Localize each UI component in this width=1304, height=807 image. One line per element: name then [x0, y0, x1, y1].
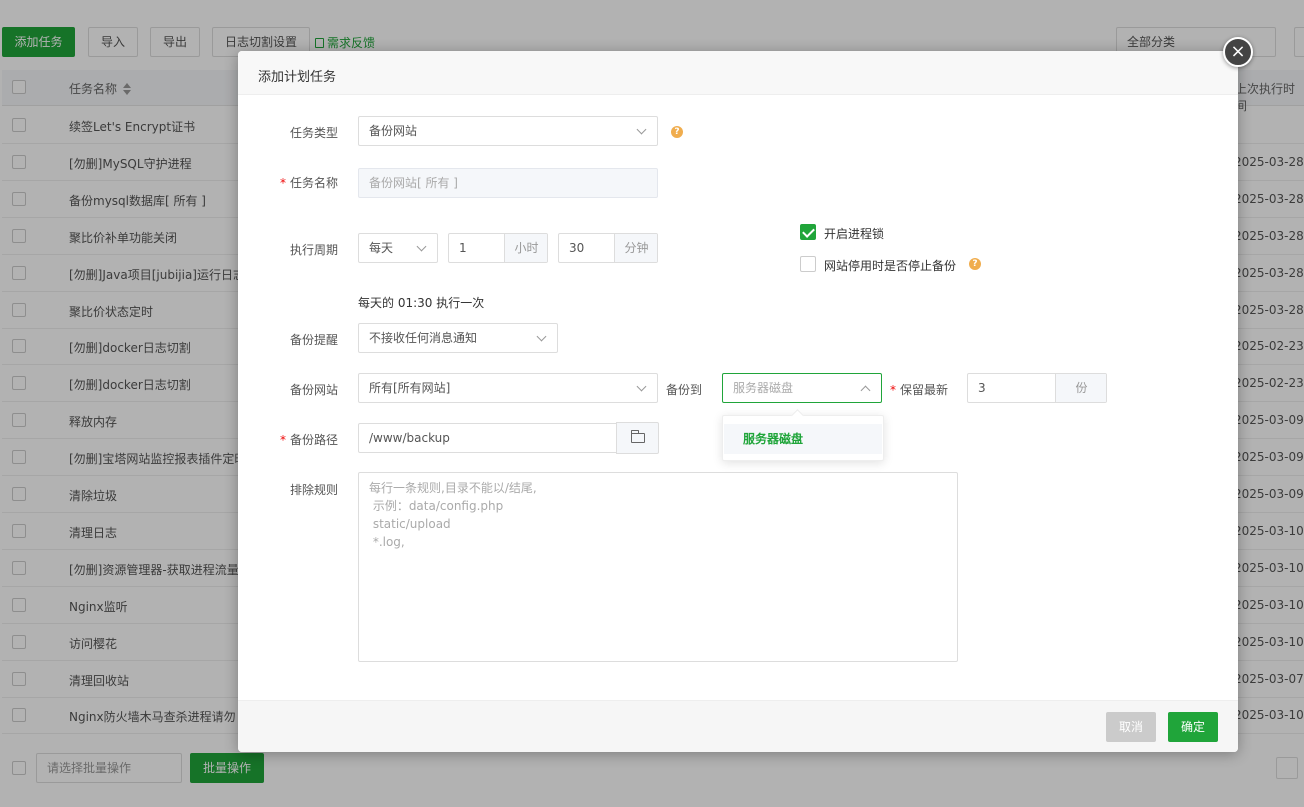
- keep-latest-input[interactable]: 3 份: [967, 373, 1107, 403]
- backup-site-select[interactable]: 所有[所有网站]: [358, 373, 658, 403]
- keep-latest-value: 3: [978, 381, 986, 395]
- keep-latest-label: * 保留最新: [890, 383, 949, 397]
- hour-input[interactable]: 1 小时: [448, 233, 548, 263]
- cycle-hint: 每天的 01:30 执行一次: [358, 296, 485, 310]
- minute-unit: 分钟: [614, 234, 657, 262]
- chevron-down-icon: [636, 381, 647, 392]
- dropdown-option-server-disk[interactable]: 服务器磁盘: [724, 424, 882, 454]
- cycle-select[interactable]: 每天: [358, 233, 438, 263]
- backup-path-label: * 备份路径: [279, 433, 338, 447]
- keep-latest-unit: 份: [1055, 374, 1106, 402]
- process-lock-label: 开启进程锁: [824, 227, 885, 241]
- task-name-label: * 任务名称: [279, 176, 338, 190]
- close-icon[interactable]: ×: [1223, 37, 1253, 67]
- stop-backup-label: 网站停用时是否停止备份: [824, 259, 957, 273]
- minute-input[interactable]: 30 分钟: [558, 233, 658, 263]
- backup-to-value: 服务器磁盘: [733, 381, 794, 395]
- cancel-button[interactable]: 取消: [1106, 712, 1156, 742]
- hour-unit: 小时: [504, 234, 547, 262]
- task-type-label: 任务类型: [289, 126, 338, 140]
- select-folder-button[interactable]: [616, 422, 659, 454]
- task-name-input[interactable]: 备份网站[ 所有 ]: [358, 168, 658, 198]
- notify-label: 备份提醒: [289, 333, 338, 347]
- dialog-title: 添加计划任务: [258, 70, 337, 85]
- stop-backup-checkbox[interactable]: [800, 256, 816, 272]
- dialog-header: 添加计划任务: [238, 51, 1238, 95]
- dialog-footer: 取消 确定: [238, 700, 1238, 752]
- backup-site-label: 备份网站: [289, 383, 338, 397]
- backup-to-dropdown: 服务器磁盘: [722, 415, 884, 461]
- process-lock-checkbox[interactable]: [800, 224, 816, 240]
- backup-to-label: 备份到: [666, 383, 703, 397]
- task-type-value: 备份网站: [369, 124, 418, 138]
- backup-to-select[interactable]: 服务器磁盘: [722, 373, 882, 403]
- notify-select[interactable]: 不接收任何消息通知: [358, 323, 558, 353]
- backup-site-value: 所有[所有网站]: [369, 381, 451, 395]
- exclude-rules-label: 排除规则: [289, 483, 338, 497]
- chevron-down-icon: [636, 124, 647, 135]
- folder-icon: [631, 430, 645, 443]
- backup-path-value: /www/backup: [369, 431, 450, 445]
- confirm-button[interactable]: 确定: [1168, 712, 1218, 742]
- add-cron-task-dialog: 添加计划任务 × 任务类型 备份网站 ? * 任务名称 备份网站[ 所有 ] 执行…: [238, 37, 1253, 752]
- chevron-up-icon: [860, 385, 871, 396]
- stop-backup-help-icon[interactable]: ?: [969, 258, 981, 270]
- minute-value: 30: [569, 241, 585, 255]
- chevron-down-icon: [536, 331, 547, 342]
- task-type-select[interactable]: 备份网站: [358, 116, 658, 146]
- task-type-help-icon[interactable]: ?: [671, 126, 683, 138]
- cycle-value: 每天: [369, 241, 394, 255]
- hour-value: 1: [459, 241, 467, 255]
- notify-value: 不接收任何消息通知: [369, 331, 478, 345]
- chevron-down-icon: [416, 241, 427, 252]
- backup-path-input[interactable]: /www/backup: [358, 423, 658, 453]
- cycle-label: 执行周期: [289, 243, 338, 257]
- exclude-rules-textarea[interactable]: 每行一条规则,目录不能以/结尾, 示例：data/config.php stat…: [358, 472, 958, 662]
